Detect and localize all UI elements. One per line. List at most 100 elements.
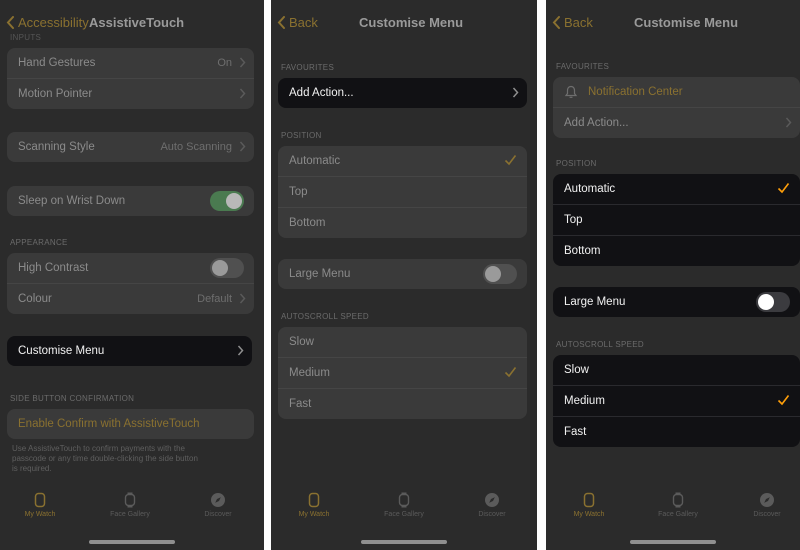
face-gallery-icon <box>672 492 684 508</box>
position-option-top[interactable]: Top <box>278 176 527 207</box>
enable-confirm-group: Enable Confirm with AssistiveTouch <box>7 409 254 439</box>
notification-center-row[interactable]: Notification Center <box>553 77 800 107</box>
tab-label: My Watch <box>24 511 56 518</box>
speed-option-fast[interactable]: Fast <box>278 388 527 419</box>
row-label: Bottom <box>289 217 326 229</box>
row-label: Large Menu <box>564 296 626 308</box>
enable-confirm-row[interactable]: Enable Confirm with AssistiveTouch <box>7 409 254 439</box>
row-value: Auto Scanning <box>160 141 232 153</box>
checkmark-icon <box>777 395 790 406</box>
chevron-left-icon <box>6 16 14 29</box>
back-label: Accessibility <box>18 15 89 30</box>
watch-face-icon <box>308 492 320 508</box>
section-header-inputs: INPUTS <box>10 33 42 42</box>
speed-option-fast[interactable]: Fast <box>553 416 800 447</box>
chevron-right-icon <box>239 293 246 304</box>
row-label: Customise Menu <box>18 345 105 357</box>
bell-icon <box>564 85 578 98</box>
back-label: Back <box>289 15 318 30</box>
row-label: Scanning Style <box>18 141 95 153</box>
sleep-toggle[interactable] <box>210 191 244 211</box>
hand-gestures-row[interactable]: Hand Gestures On <box>7 48 254 78</box>
footer-line: is required. <box>12 464 52 473</box>
customise-menu-group: Customise Menu <box>7 336 252 366</box>
position-option-bottom[interactable]: Bottom <box>553 235 800 266</box>
high-contrast-toggle[interactable] <box>210 258 244 278</box>
tab-label: Face Gallery <box>658 511 698 518</box>
row-label: Fast <box>564 426 587 438</box>
speed-option-slow[interactable]: Slow <box>278 327 527 357</box>
back-button[interactable]: Accessibility <box>6 15 89 30</box>
section-header-side-button: SIDE BUTTON CONFIRMATION <box>10 394 135 403</box>
position-option-automatic[interactable]: Automatic <box>553 174 800 204</box>
add-action-row[interactable]: Add Action... <box>278 78 527 108</box>
tab-discover[interactable]: Discover <box>457 492 527 518</box>
colour-row[interactable]: Colour Default <box>7 283 254 314</box>
chevron-right-icon <box>512 87 519 98</box>
speed-option-medium[interactable]: Medium <box>553 385 800 416</box>
row-label: Fast <box>289 398 312 410</box>
row-label: Add Action... <box>289 87 354 99</box>
row-label: Automatic <box>564 183 616 195</box>
high-contrast-row: High Contrast <box>7 253 254 283</box>
add-action-row[interactable]: Add Action... <box>553 107 800 138</box>
back-button[interactable]: Back <box>277 15 318 30</box>
tab-my-watch[interactable]: My Watch <box>554 492 624 518</box>
back-button[interactable]: Back <box>552 15 593 30</box>
scanning-group: Scanning Style Auto Scanning <box>7 132 254 162</box>
autoscroll-group: Slow Medium Fast <box>278 327 527 419</box>
face-gallery-icon <box>124 492 136 508</box>
tab-my-watch[interactable]: My Watch <box>279 492 349 518</box>
page-title: Customise Menu <box>359 15 464 30</box>
home-indicator <box>89 540 175 544</box>
row-label: Bottom <box>564 245 601 257</box>
tab-discover[interactable]: Discover <box>732 492 800 518</box>
tab-my-watch[interactable]: My Watch <box>5 492 75 518</box>
motion-pointer-row[interactable]: Motion Pointer <box>7 78 254 109</box>
inputs-group: Hand Gestures On Motion Pointer <box>7 48 254 109</box>
favourites-group: Add Action... <box>278 78 527 108</box>
tab-face-gallery[interactable]: Face Gallery <box>643 492 713 518</box>
row-label: Automatic <box>289 155 341 167</box>
panel-assistivetouch: Accessibility AssistiveTouch INPUTS Hand… <box>0 0 264 550</box>
toggle-knob <box>212 260 228 276</box>
nav-header: Back Customise Menu <box>271 10 537 38</box>
large-menu-group: Large Menu <box>278 259 527 289</box>
position-option-automatic[interactable]: Automatic <box>278 146 527 176</box>
customise-menu-row[interactable]: Customise Menu <box>7 336 252 366</box>
toggle-knob <box>226 193 242 209</box>
section-header-position: POSITION <box>281 131 322 140</box>
speed-option-medium[interactable]: Medium <box>278 357 527 388</box>
footer-line: Use AssistiveTouch to confirm payments w… <box>12 444 185 453</box>
large-menu-toggle[interactable] <box>483 264 517 284</box>
compass-icon <box>211 493 225 507</box>
toggle-knob <box>485 266 501 282</box>
large-menu-toggle[interactable] <box>756 292 790 312</box>
row-label: Motion Pointer <box>18 88 93 100</box>
row-label: Sleep on Wrist Down <box>18 195 126 207</box>
footer-line: passcode or any time double-clicking the… <box>12 454 198 463</box>
speed-option-slow[interactable]: Slow <box>553 355 800 385</box>
compass-icon <box>760 493 774 507</box>
large-menu-group: Large Menu <box>553 287 800 317</box>
section-header-favourites: FAVOURITES <box>281 63 335 72</box>
back-label: Back <box>564 15 593 30</box>
chevron-right-icon <box>239 141 246 152</box>
tab-face-gallery[interactable]: Face Gallery <box>95 492 165 518</box>
compass-icon <box>485 493 499 507</box>
tab-bar: My Watch Face Gallery Discover <box>0 492 264 528</box>
section-header-autoscroll: AUTOSCROLL SPEED <box>556 340 644 349</box>
page-title: Customise Menu <box>634 15 739 30</box>
tab-face-gallery[interactable]: Face Gallery <box>369 492 439 518</box>
home-indicator <box>361 540 447 544</box>
tab-discover[interactable]: Discover <box>183 492 253 518</box>
position-option-bottom[interactable]: Bottom <box>278 207 527 238</box>
scanning-style-row[interactable]: Scanning Style Auto Scanning <box>7 132 254 162</box>
section-header-favourites: FAVOURITES <box>556 62 610 71</box>
footer-text: Use AssistiveTouch to confirm payments w… <box>12 444 252 474</box>
position-option-top[interactable]: Top <box>553 204 800 235</box>
chevron-right-icon <box>785 117 792 128</box>
tab-label: Discover <box>753 511 781 518</box>
row-label: Medium <box>289 367 330 379</box>
tab-label: Face Gallery <box>384 511 424 518</box>
